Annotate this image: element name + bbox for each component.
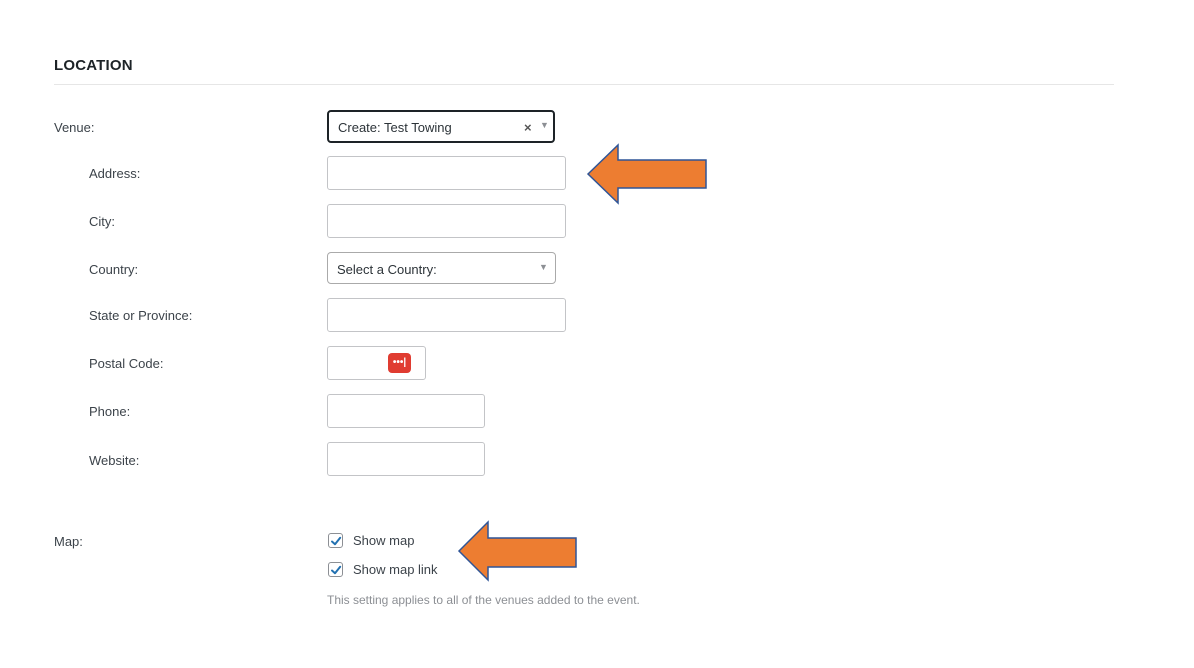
map-help-text: This setting applies to all of the venue… [327, 593, 640, 607]
website-field[interactable] [327, 442, 485, 476]
venue-select[interactable]: Create: Test Towing × ▼ [327, 110, 555, 143]
section-title: LOCATION [54, 57, 133, 74]
section-divider [54, 84, 1114, 85]
address-field[interactable] [327, 156, 566, 190]
chevron-down-icon: ▼ [539, 262, 548, 272]
postal-code-label: Postal Code: [89, 356, 164, 371]
phone-field[interactable] [327, 394, 485, 428]
city-field[interactable] [327, 204, 566, 238]
phone-label: Phone: [89, 404, 131, 419]
annotation-arrow-icon [586, 143, 707, 205]
clear-icon[interactable]: × [524, 120, 532, 135]
country-select[interactable]: Select a Country: ▼ [327, 252, 556, 284]
postal-code-field[interactable]: •••| [327, 346, 426, 380]
city-label: City: [89, 214, 115, 229]
state-province-field[interactable] [327, 298, 566, 332]
venue-label: Venue: [54, 120, 95, 135]
password-manager-icon[interactable]: •••| [388, 353, 411, 373]
show-map-link-label[interactable]: Show map link [353, 562, 438, 577]
checkmark-icon [331, 536, 342, 546]
show-map-link-checkbox[interactable] [328, 562, 343, 577]
show-map-checkbox[interactable] [328, 533, 343, 548]
venue-select-value: Create: Test Towing [338, 120, 452, 135]
annotation-arrow-icon [457, 520, 577, 582]
state-label: State or Province: [89, 308, 193, 323]
website-label: Website: [89, 453, 140, 468]
show-map-label[interactable]: Show map [353, 533, 414, 548]
checkmark-icon [331, 565, 342, 575]
chevron-down-icon: ▼ [540, 120, 549, 130]
address-label: Address: [89, 166, 141, 181]
map-label: Map: [54, 534, 83, 549]
country-label: Country: [89, 262, 139, 277]
country-select-placeholder: Select a Country: [337, 262, 437, 277]
